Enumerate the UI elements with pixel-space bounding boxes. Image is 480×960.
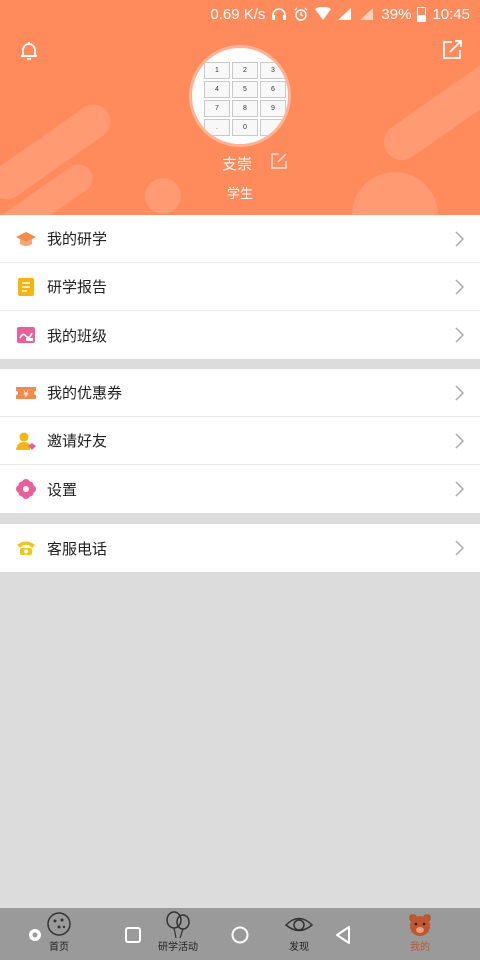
battery-icon — [417, 6, 427, 22]
svg-text:¥: ¥ — [23, 390, 29, 400]
signal-icon — [360, 8, 374, 20]
nav-label: 发现 — [289, 942, 309, 953]
header-decoration — [376, 28, 480, 168]
nav-item-study-activities[interactable]: 研学活动 — [158, 910, 198, 953]
menu-item-my-study[interactable]: 我的研学 — [0, 215, 480, 263]
menu-item-label: 客服电话 — [47, 539, 108, 558]
system-dot-icon — [29, 929, 41, 941]
menu-item-customer-service[interactable]: 客服电话 — [0, 524, 480, 572]
class-icon — [17, 327, 35, 343]
menu-item-label: 研学报告 — [47, 278, 108, 296]
nav-item-discover[interactable]: 发现 — [284, 910, 314, 953]
menu-item-my-class[interactable]: 我的班级 — [0, 311, 480, 359]
username: 支崇 — [222, 155, 253, 173]
keypad-key: . — [204, 119, 230, 136]
menu-item-label: 邀请好友 — [47, 432, 108, 450]
balloons-icon — [166, 911, 190, 939]
settings-flower-icon — [16, 479, 36, 499]
keypad-key: 8 — [232, 100, 258, 117]
chevron-right-icon — [455, 433, 464, 449]
status-bar: 0.69 K/s 39% 10:45 — [210, 4, 470, 24]
network-speed: 0.69 K/s — [210, 5, 266, 23]
bell-icon[interactable] — [18, 40, 40, 62]
report-icon — [18, 277, 34, 296]
avatar[interactable]: 123 456 789.0 — [192, 48, 288, 144]
menu-item-label: 我的优惠券 — [47, 384, 123, 402]
keypad-key: 2 — [232, 62, 258, 79]
eye-icon — [284, 917, 314, 932]
keypad-key: 6 — [260, 81, 286, 98]
keypad-key: 4 — [204, 81, 230, 98]
signal-icon — [338, 8, 352, 20]
share-icon[interactable] — [440, 38, 464, 62]
menu-item-my-coupons[interactable]: ¥ 我的优惠券 — [0, 369, 480, 417]
bear-icon — [409, 914, 431, 936]
graduation-cap-icon — [16, 231, 36, 246]
home-circle-icon[interactable] — [230, 925, 250, 945]
chevron-right-icon — [455, 385, 464, 401]
keypad-key: 3 — [260, 62, 286, 79]
nav-label: 首页 — [49, 942, 69, 953]
menu-item-label: 设置 — [47, 480, 78, 499]
nav-label: 研学活动 — [158, 942, 198, 953]
user-role: 学生 — [226, 187, 253, 202]
battery-percent: 39% — [381, 5, 412, 23]
invite-friend-icon — [16, 432, 36, 450]
menu-item-label: 我的班级 — [47, 326, 108, 345]
keypad-key: 0 — [232, 119, 258, 136]
keypad-key: 9 — [260, 100, 286, 117]
keypad-key — [260, 119, 286, 136]
menu-item-settings[interactable]: 设置 — [0, 465, 480, 513]
menu-item-label: 我的研学 — [47, 230, 108, 248]
menu-group-support: 客服电话 — [0, 524, 480, 572]
chevron-right-icon — [455, 481, 464, 497]
menu-item-invite-friends[interactable]: 邀请好友 — [0, 417, 480, 465]
nav-item-home[interactable]: 首页 — [44, 910, 74, 953]
nav-label: 我的 — [410, 942, 430, 953]
recent-apps-icon[interactable] — [124, 926, 142, 944]
keypad-key: 7 — [204, 100, 230, 117]
menu-item-study-report[interactable]: 研学报告 — [0, 263, 480, 311]
nav-item-mine[interactable]: 我的 — [405, 910, 435, 953]
keypad-key: 1 — [204, 62, 230, 79]
chevron-right-icon — [455, 540, 464, 556]
alarm-icon — [294, 7, 308, 21]
coupon-icon: ¥ — [16, 386, 36, 400]
home-cookie-icon — [47, 912, 71, 936]
clock: 10:45 — [432, 5, 470, 23]
keypad-key: 5 — [232, 81, 258, 98]
chevron-right-icon — [455, 231, 464, 247]
phone-icon — [17, 541, 35, 555]
chevron-right-icon — [455, 327, 464, 343]
profile-header: 0.69 K/s 39% 10:45 123 456 789.0 支崇 学生 — [0, 0, 480, 215]
wifi-icon — [315, 7, 332, 20]
edit-icon[interactable] — [270, 152, 288, 170]
avatar-keypad-image: 123 456 789.0 — [204, 62, 286, 136]
menu-group-account: ¥ 我的优惠券 邀请好友 设置 — [0, 369, 480, 513]
chevron-right-icon — [455, 279, 464, 295]
bottom-nav: 首页 研学活动 发现 我的 — [0, 908, 480, 960]
back-triangle-icon[interactable] — [334, 925, 352, 945]
menu-group-study: 我的研学 研学报告 我的班级 — [0, 215, 480, 359]
headphones-icon — [272, 8, 287, 20]
